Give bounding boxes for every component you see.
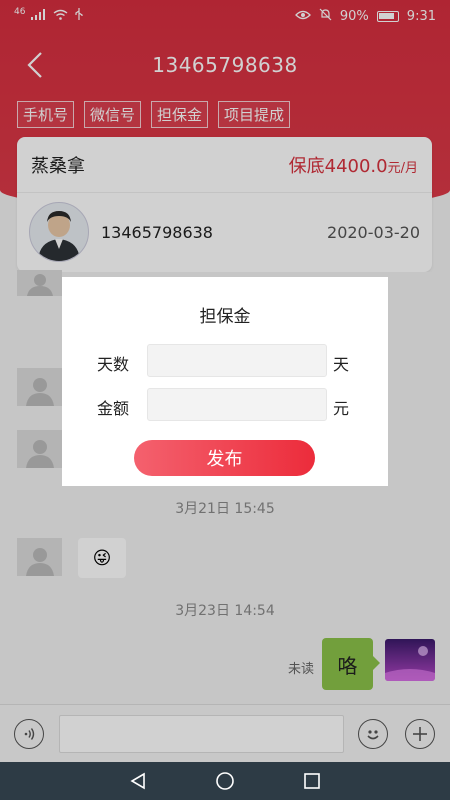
amount-input[interactable] (147, 388, 327, 421)
dialog-title: 担保金 (199, 307, 251, 327)
days-unit: 天 (333, 355, 350, 374)
recents-square-icon[interactable] (292, 762, 332, 800)
home-circle-icon[interactable] (205, 762, 245, 800)
system-nav-bar (0, 762, 450, 800)
amount-unit: 元 (333, 399, 350, 418)
amount-label: 金额 (97, 399, 130, 418)
days-label: 天数 (97, 355, 130, 374)
publish-button[interactable]: 发布 (134, 440, 315, 476)
back-triangle-icon[interactable] (118, 762, 158, 800)
days-input[interactable] (147, 344, 327, 377)
deposit-dialog: 担保金 天数 天 金额 元 发布 (62, 277, 388, 486)
